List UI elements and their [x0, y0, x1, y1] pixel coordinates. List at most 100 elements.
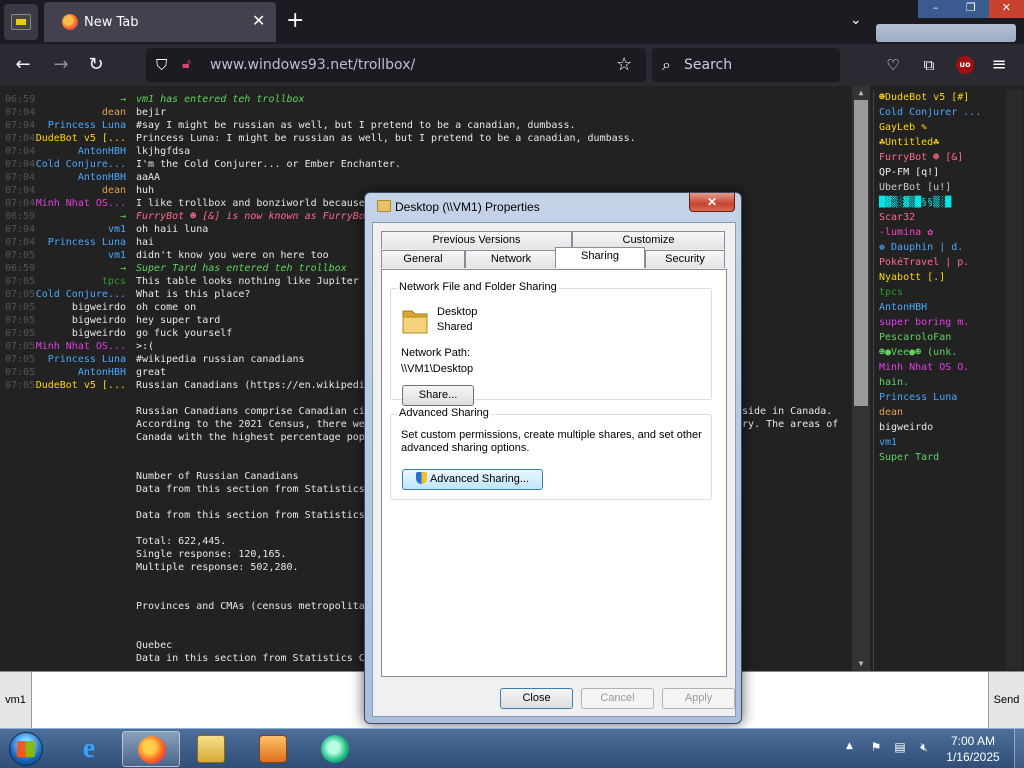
- taskbar-internet-explorer[interactable]: e: [60, 731, 118, 767]
- message-nick[interactable]: →: [120, 210, 126, 223]
- message-nick[interactable]: Minh Nhat OS...: [36, 197, 126, 210]
- apply-button[interactable]: Apply: [662, 688, 735, 709]
- close-tab-icon[interactable]: ✕: [252, 12, 265, 30]
- ublock-origin-icon[interactable]: uo: [956, 56, 974, 74]
- user-list-item[interactable]: QP-FM [q!]: [874, 165, 1023, 180]
- insecure-lock-icon[interactable]: 🔓︎: [182, 56, 191, 72]
- message-nick[interactable]: AntonHBH: [78, 171, 126, 184]
- message-nick[interactable]: Princess Luna: [48, 119, 126, 132]
- taskbar-firefox[interactable]: [122, 731, 180, 767]
- user-list-item[interactable]: ☘Untitled☘: [874, 135, 1023, 150]
- hamburger-menu-icon[interactable]: ≡: [988, 54, 1010, 76]
- tab-sharing[interactable]: Sharing: [555, 247, 645, 268]
- dialog-close-button[interactable]: ✕: [689, 193, 735, 212]
- message-nick[interactable]: →: [120, 262, 126, 275]
- user-list-item[interactable]: Nyabott [.]: [874, 270, 1023, 285]
- close-button[interactable]: Close: [500, 688, 573, 709]
- message-nick[interactable]: tpcs: [102, 275, 126, 288]
- message-nick[interactable]: Princess Luna: [48, 353, 126, 366]
- send-button[interactable]: Send: [988, 672, 1024, 729]
- user-list-item[interactable]: Princess Luna: [874, 390, 1023, 405]
- tracking-shield-icon[interactable]: ⛉: [156, 56, 167, 74]
- user-list-item[interactable]: PokéTravel | p.: [874, 255, 1023, 270]
- user-list-item[interactable]: dean: [874, 405, 1023, 420]
- user-list-item[interactable]: AntonHBH: [874, 300, 1023, 315]
- message-nick[interactable]: bigweirdo: [72, 327, 126, 340]
- taskbar-app-5[interactable]: [306, 731, 364, 767]
- message-nick[interactable]: AntonHBH: [78, 366, 126, 379]
- scroll-down-arrow-icon[interactable]: ▼: [852, 657, 870, 671]
- message-nick[interactable]: Princess Luna: [48, 236, 126, 249]
- user-list-scrollbar[interactable]: [1006, 90, 1023, 670]
- user-list-item[interactable]: Scar32: [874, 210, 1023, 225]
- user-list-item[interactable]: Cold Conjurer ...: [874, 105, 1023, 120]
- url-text[interactable]: www.windows93.net/trollbox/: [210, 57, 415, 73]
- minimize-button[interactable]: –: [918, 0, 954, 18]
- share-button[interactable]: Share...: [402, 385, 474, 406]
- back-arrow-icon[interactable]: ←: [12, 54, 34, 76]
- user-list-item[interactable]: tpcs: [874, 285, 1023, 300]
- user-list-item[interactable]: vm1: [874, 435, 1023, 450]
- close-window-button[interactable]: ✕: [988, 0, 1024, 18]
- message-nick[interactable]: dean: [102, 184, 126, 197]
- taskbar-file-explorer[interactable]: [182, 731, 240, 767]
- user-list-item[interactable]: -lumina ✿: [874, 225, 1023, 240]
- bookmark-star-icon[interactable]: ☆: [616, 54, 632, 75]
- message-nick[interactable]: →: [120, 93, 126, 106]
- message-nick[interactable]: DudeBot v5 [...: [36, 379, 126, 392]
- user-list-item[interactable]: ❁ Dauphin | d.: [874, 240, 1023, 255]
- message-nick[interactable]: vm1: [108, 223, 126, 236]
- user-list-item[interactable]: FurryBot ☻ [&]: [874, 150, 1023, 165]
- cancel-button[interactable]: Cancel: [581, 688, 654, 709]
- taskbar-media-player[interactable]: [244, 731, 302, 767]
- message-nick[interactable]: Cold Conjure...: [36, 158, 126, 171]
- search-bar[interactable]: ⌕ Search: [652, 48, 840, 82]
- list-tabs-chevron-icon[interactable]: ⌄: [850, 12, 862, 28]
- action-center-icon[interactable]: ⚑: [868, 740, 884, 756]
- start-button[interactable]: [2, 730, 50, 768]
- user-list-item[interactable]: hain.: [874, 375, 1023, 390]
- new-tab-button[interactable]: +: [286, 10, 304, 32]
- network-icon[interactable]: ▤: [892, 740, 908, 756]
- tab-general[interactable]: General: [381, 250, 465, 268]
- tab-network[interactable]: Network: [465, 250, 557, 268]
- user-list-item[interactable]: ☻●Vee●☻ (unk.: [874, 345, 1023, 360]
- tab-security[interactable]: Security: [645, 250, 725, 268]
- maximize-button[interactable]: ❐: [953, 0, 989, 18]
- tab-previous-versions[interactable]: Previous Versions: [381, 231, 572, 249]
- chat-scrollbar-thumb[interactable]: [854, 100, 868, 406]
- message-nick[interactable]: DudeBot v5 [...: [36, 132, 126, 145]
- url-bar[interactable]: ⛉ 🔓︎ www.windows93.net/trollbox/ ☆: [146, 48, 646, 82]
- user-list-item[interactable]: Minh Nhat OS O.: [874, 360, 1023, 375]
- message-nick[interactable]: AntonHBH: [78, 145, 126, 158]
- show-hidden-icons-icon[interactable]: ▲: [846, 741, 853, 751]
- user-list-item[interactable]: GayLeb ✎: [874, 120, 1023, 135]
- user-list-item[interactable]: Super Tard: [874, 450, 1023, 465]
- nickname-button[interactable]: vm1: [0, 672, 32, 729]
- user-list-item[interactable]: PescaroloFan: [874, 330, 1023, 345]
- user-list-item[interactable]: ☻DudeBot v5 [#]: [874, 90, 1023, 105]
- message-nick[interactable]: Minh Nhat OS...: [36, 340, 126, 353]
- chat-scrollbar[interactable]: ▲ ▼: [852, 86, 870, 671]
- forward-arrow-icon[interactable]: →: [50, 54, 72, 76]
- user-list-item[interactable]: █▓▒░▓▒█§§▒░█: [874, 195, 1023, 210]
- user-list-item[interactable]: UberBot [u!]: [874, 180, 1023, 195]
- message-nick[interactable]: vm1: [108, 249, 126, 262]
- reload-icon[interactable]: ↻: [85, 54, 107, 76]
- show-desktop-button[interactable]: [1014, 729, 1024, 768]
- clock-time[interactable]: 7:00 AM: [940, 734, 1006, 748]
- advanced-sharing-button[interactable]: Advanced Sharing...: [402, 469, 543, 490]
- tab-new-tab[interactable]: New Tab ✕: [44, 2, 276, 42]
- message-nick[interactable]: bigweirdo: [72, 301, 126, 314]
- clock-date[interactable]: 1/16/2025: [940, 750, 1006, 764]
- trollbox-app-button[interactable]: [4, 4, 38, 40]
- pocket-icon[interactable]: ♡: [882, 54, 904, 76]
- extensions-icon[interactable]: ⧉: [918, 54, 940, 76]
- message-nick[interactable]: Cold Conjure...: [36, 288, 126, 301]
- message-nick[interactable]: dean: [102, 106, 126, 119]
- message-nick[interactable]: bigweirdo: [72, 314, 126, 327]
- user-list-item[interactable]: super boring m.: [874, 315, 1023, 330]
- user-list-item[interactable]: bigweirdo: [874, 420, 1023, 435]
- volume-muted-icon[interactable]: 🔇︎: [916, 740, 932, 756]
- scroll-up-arrow-icon[interactable]: ▲: [852, 86, 870, 100]
